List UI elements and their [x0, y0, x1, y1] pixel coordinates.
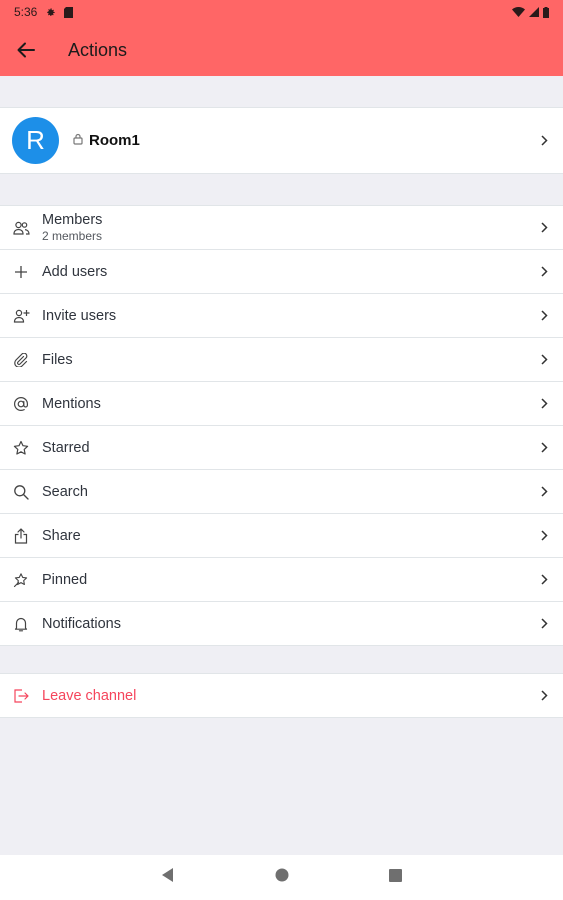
chevron-right-icon — [539, 309, 549, 323]
nav-home-button[interactable] — [275, 868, 289, 887]
action-label: Starred — [42, 439, 90, 456]
members-icon — [12, 219, 30, 237]
actions-list: Members 2 members Add users Invite users… — [0, 205, 563, 646]
action-label: Invite users — [42, 307, 117, 324]
action-notifications[interactable]: Notifications — [0, 602, 563, 646]
action-label: Share — [42, 527, 81, 544]
system-nav-bar — [0, 855, 563, 900]
logout-icon — [12, 687, 30, 705]
plus-icon — [12, 263, 30, 281]
sd-card-icon — [64, 6, 74, 18]
action-invite-users[interactable]: Invite users — [0, 294, 563, 338]
chevron-right-icon — [539, 573, 549, 587]
action-add-users[interactable]: Add users — [0, 250, 563, 294]
chevron-right-icon — [539, 353, 549, 367]
app-bar: Actions — [0, 24, 563, 76]
share-icon — [12, 527, 30, 545]
leave-channel-button[interactable]: Leave channel — [0, 674, 563, 718]
wifi-icon — [512, 7, 525, 17]
action-label: Members — [42, 211, 103, 228]
triangle-back-icon — [162, 868, 173, 882]
action-label: Mentions — [42, 395, 101, 412]
action-label: Pinned — [42, 571, 88, 588]
action-label: Notifications — [42, 615, 121, 632]
square-recents-icon — [389, 868, 402, 882]
action-mentions[interactable]: Mentions — [0, 382, 563, 426]
pin-icon — [12, 571, 30, 589]
chevron-right-icon — [539, 441, 549, 455]
chevron-right-icon — [539, 617, 549, 631]
chevron-right-icon — [539, 265, 549, 279]
leave-channel-label: Leave channel — [42, 687, 137, 704]
action-share[interactable]: Share — [0, 514, 563, 558]
status-bar: 5:36 — [0, 0, 563, 24]
members-count: 2 members — [42, 228, 103, 243]
action-search[interactable]: Search — [0, 470, 563, 514]
bell-icon — [12, 615, 30, 633]
paperclip-icon — [12, 351, 30, 369]
settings-gear-icon — [45, 7, 56, 18]
action-label: Search — [42, 483, 88, 500]
action-label: Files — [42, 351, 73, 368]
signal-icon — [529, 7, 539, 17]
chevron-right-icon — [539, 689, 549, 703]
room-info-row[interactable]: R Room1 — [0, 107, 563, 174]
avatar: R — [12, 117, 59, 164]
chevron-right-icon — [539, 485, 549, 499]
at-icon — [12, 395, 30, 413]
page-title: Actions — [68, 39, 128, 60]
chevron-right-icon — [539, 397, 549, 411]
action-starred[interactable]: Starred — [0, 426, 563, 470]
search-icon — [12, 483, 30, 501]
chevron-right-icon — [539, 529, 549, 543]
star-icon — [12, 439, 30, 457]
action-pinned[interactable]: Pinned — [0, 558, 563, 602]
action-files[interactable]: Files — [0, 338, 563, 382]
room-name: Room1 — [89, 132, 140, 149]
arrow-left-icon — [17, 42, 35, 58]
action-label: Add users — [42, 263, 108, 280]
nav-back-button[interactable] — [161, 867, 175, 888]
action-members[interactable]: Members 2 members — [0, 206, 563, 250]
lock-icon — [73, 132, 83, 149]
status-time: 5:36 — [14, 5, 38, 19]
invite-user-icon — [12, 307, 30, 325]
battery-icon — [543, 6, 549, 18]
nav-recents-button[interactable] — [389, 868, 402, 887]
leave-section: Leave channel — [0, 673, 563, 718]
back-button[interactable] — [0, 24, 52, 76]
circle-home-icon — [275, 868, 289, 882]
chevron-right-icon — [539, 221, 549, 235]
chevron-right-icon — [539, 134, 549, 148]
